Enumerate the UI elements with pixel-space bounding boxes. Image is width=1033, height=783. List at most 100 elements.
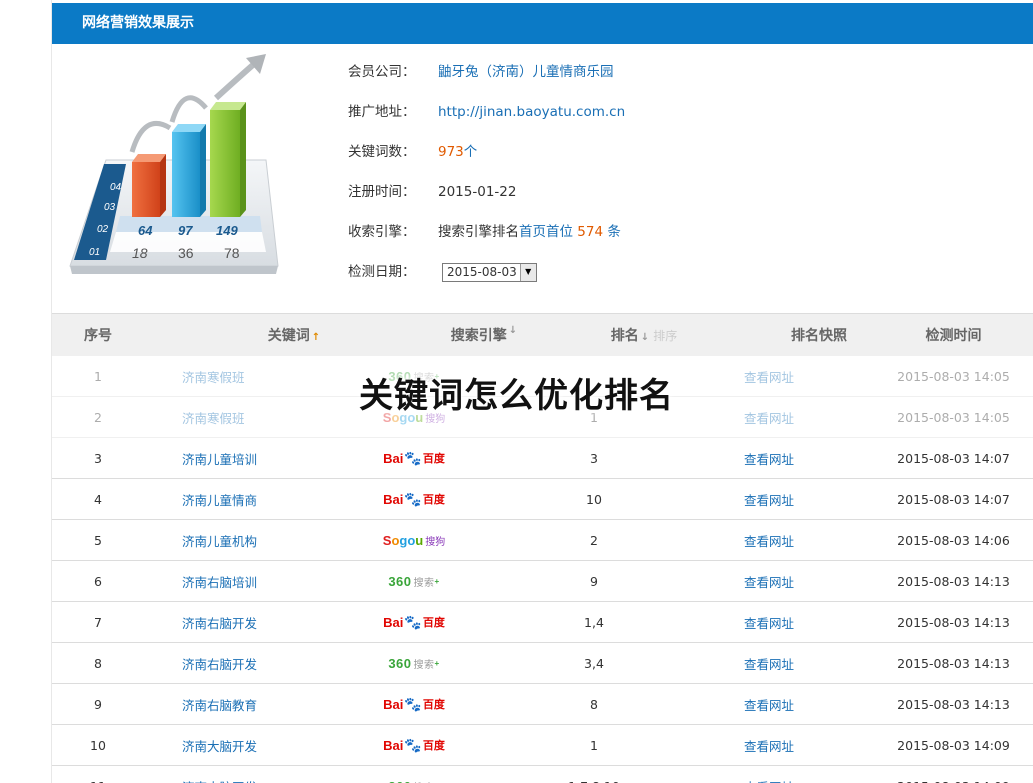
sort-down-icon: ↓ [640, 332, 650, 343]
member-info: 会员公司： 鼬牙兔（济南）儿童情商乐园 推广地址： http://jinan.b… [348, 52, 948, 292]
table-row: 11济南大脑开发 360搜索+ 1,7,8,10查看网址2015-08-03 14:… [52, 766, 1033, 783]
value-top-3: 149 [216, 223, 238, 238]
date-select-value: 2015-08-03 [447, 265, 517, 279]
view-url-link[interactable]: 查看网址 [664, 449, 874, 468]
row-rank: 3,4 [584, 655, 604, 671]
page: 网络营销效果展示 04 03 02 01 64 97 149 18 36 78 … [0, 0, 1033, 783]
row-index: 7 [94, 614, 102, 630]
row-keyword[interactable]: 济南儿童情商 [144, 490, 304, 509]
baidu-logo-cn: 百度 [422, 699, 445, 711]
sogou-logo-cn: 搜狗 [425, 536, 446, 548]
row-rank: 1,7,8,10 [524, 779, 664, 783]
header-time: 检测时间 [925, 328, 982, 344]
row-rank: 9 [590, 573, 598, 589]
sort-up-icon: ↑ [311, 332, 321, 343]
row-index: 8 [94, 655, 102, 671]
table-row: 7 济南右脑开发 Bai 🐾 百度 1,4 查看网址 2015-08-03 14:13 [52, 602, 1033, 643]
row-time: 2015-08-03 14:13 [897, 573, 1010, 589]
row-label-04: 04 [110, 182, 122, 193]
row-rank: 8 [590, 696, 598, 712]
so360-logo-star: + [434, 576, 440, 586]
baidu-logo-cn: 百度 [422, 494, 445, 506]
row-keyword[interactable]: 济南右脑开发 [144, 613, 304, 632]
row-index: 10 [90, 737, 106, 753]
table-row: 3 济南儿童培训 Bai 🐾 百度 3 查看网址 2015-08-03 14:07 [52, 438, 1033, 479]
view-url-link[interactable]: 查看网址 [664, 613, 874, 632]
row-engine: 360搜索+ [304, 656, 524, 671]
keywords-row: 关键词数： 973 个 [348, 132, 948, 172]
index-prefix: 搜索引擎排名 [438, 224, 519, 240]
so360-logo-cn: 搜索 [414, 779, 435, 783]
reg-value: 2015-01-22 [438, 184, 517, 200]
row-keyword[interactable]: 济南大脑开发 [144, 736, 304, 755]
keywords-unit: 个 [463, 144, 478, 160]
row-keyword[interactable]: 济南右脑教育 [144, 695, 304, 714]
baidu-logo-bai: Bai [383, 737, 404, 753]
row-keyword[interactable]: 济南右脑开发 [144, 654, 304, 673]
dropdown-arrow-icon[interactable]: ▼ [519, 263, 536, 281]
date-select[interactable]: 2015-08-03 ▼ [442, 262, 537, 282]
so360-logo-num: 360 [388, 655, 412, 671]
row-engine: Bai 🐾 百度 [304, 614, 524, 631]
row-time: 2015-08-03 14:09 [897, 737, 1010, 753]
row-keyword[interactable]: 济南大脑开发 [144, 777, 304, 783]
view-url-link[interactable]: 查看网址 [664, 777, 874, 783]
sort-down-icon: ↓ [508, 325, 518, 336]
header-rank[interactable]: 排名 ↓ 排序 [524, 325, 764, 345]
baidu-logo: Bai 🐾 百度 [383, 737, 445, 754]
table-row: 10 济南大脑开发 Bai 🐾 百度 1 查看网址 2015-08-03 14:09 [52, 725, 1033, 766]
url-link[interactable]: http://jinan.baoyatu.com.cn [438, 99, 625, 125]
baidu-logo: Bai 🐾 百度 [383, 450, 445, 467]
reg-row: 注册时间： 2015-01-22 [348, 172, 948, 212]
index-row: 收索引擎： 搜索引擎排名 首页首位 574 条 [348, 212, 948, 252]
paw-icon: 🐾 [404, 449, 422, 466]
row-keyword[interactable]: 济南儿童机构 [144, 531, 304, 550]
row-engine: So go u 搜狗 [304, 533, 524, 548]
bar-chart-illustration: 04 03 02 01 64 97 149 18 36 78 [69, 54, 279, 274]
date-row: 检测日期： 2015-08-03 ▼ [348, 252, 948, 292]
index-count: 574 [577, 224, 604, 240]
baidu-logo: Bai 🐾 百度 [383, 696, 445, 713]
so360-logo: 360搜索+ [388, 574, 439, 589]
company-label: 会员公司： [348, 64, 416, 80]
sogou-logo-s3: go [399, 532, 416, 548]
view-url-link[interactable]: 查看网址 [664, 531, 874, 550]
reg-label: 注册时间： [348, 184, 416, 200]
paw-icon: 🐾 [404, 490, 422, 507]
row-rank: 3 [590, 450, 598, 466]
baidu-logo: Bai 🐾 百度 [383, 491, 445, 508]
index-link[interactable]: 首页首位 [519, 219, 573, 245]
baidu-logo-bai: Bai [383, 696, 404, 712]
row-engine: Bai 🐾 百度 [304, 450, 524, 467]
row-time: 2015-08-03 14:13 [897, 696, 1010, 712]
company-value[interactable]: 鼬牙兔（济南）儿童情商乐园 [438, 59, 614, 85]
baidu-logo-bai: Bai [383, 614, 404, 630]
row-time: 2015-08-03 14:13 [897, 655, 1010, 671]
table-row: 4 济南儿童情商 Bai 🐾 百度 10 查看网址 2015-08-03 14:07 [52, 479, 1033, 520]
keywords-count: 973 [438, 144, 464, 160]
value-bottom-1: 18 [132, 245, 148, 261]
view-url-link[interactable]: 查看网址 [664, 736, 874, 755]
overlay-title: 关键词怎么优化排名 [359, 376, 674, 416]
header-keyword[interactable]: 关键词 ↑ [144, 325, 444, 345]
view-url-link[interactable]: 查看网址 [664, 695, 874, 714]
paw-icon: 🐾 [404, 695, 422, 712]
row-engine: Bai 🐾 百度 [304, 696, 524, 713]
row-keyword[interactable]: 济南儿童培训 [144, 449, 304, 468]
view-url-link[interactable]: 查看网址 [664, 654, 874, 673]
view-url-link[interactable]: 查看网址 [664, 572, 874, 591]
row-rank: 1 [590, 737, 598, 753]
url-row: 推广地址： http://jinan.baoyatu.com.cn [348, 92, 948, 132]
so360-logo-cn: 搜索 [413, 659, 435, 671]
row-time: 2015-08-03 14:13 [897, 614, 1010, 630]
row-keyword[interactable]: 济南右脑培训 [144, 572, 304, 591]
value-top-1: 64 [138, 223, 153, 238]
baidu-logo-bai: Bai [383, 491, 404, 507]
keywords-label: 关键词数： [348, 144, 416, 160]
row-index: 9 [94, 696, 102, 712]
row-label-03: 03 [104, 202, 116, 213]
view-url-link[interactable]: 查看网址 [664, 490, 874, 509]
table-body: 1 济南寒假班 360 搜索 + 查看网址 2015-08-03 14:05 2 济南寒假班 So… [52, 356, 1033, 783]
sogou-logo: So go u 搜狗 [383, 533, 445, 548]
header-engine[interactable]: 搜索引擎 ↓ [444, 325, 524, 345]
